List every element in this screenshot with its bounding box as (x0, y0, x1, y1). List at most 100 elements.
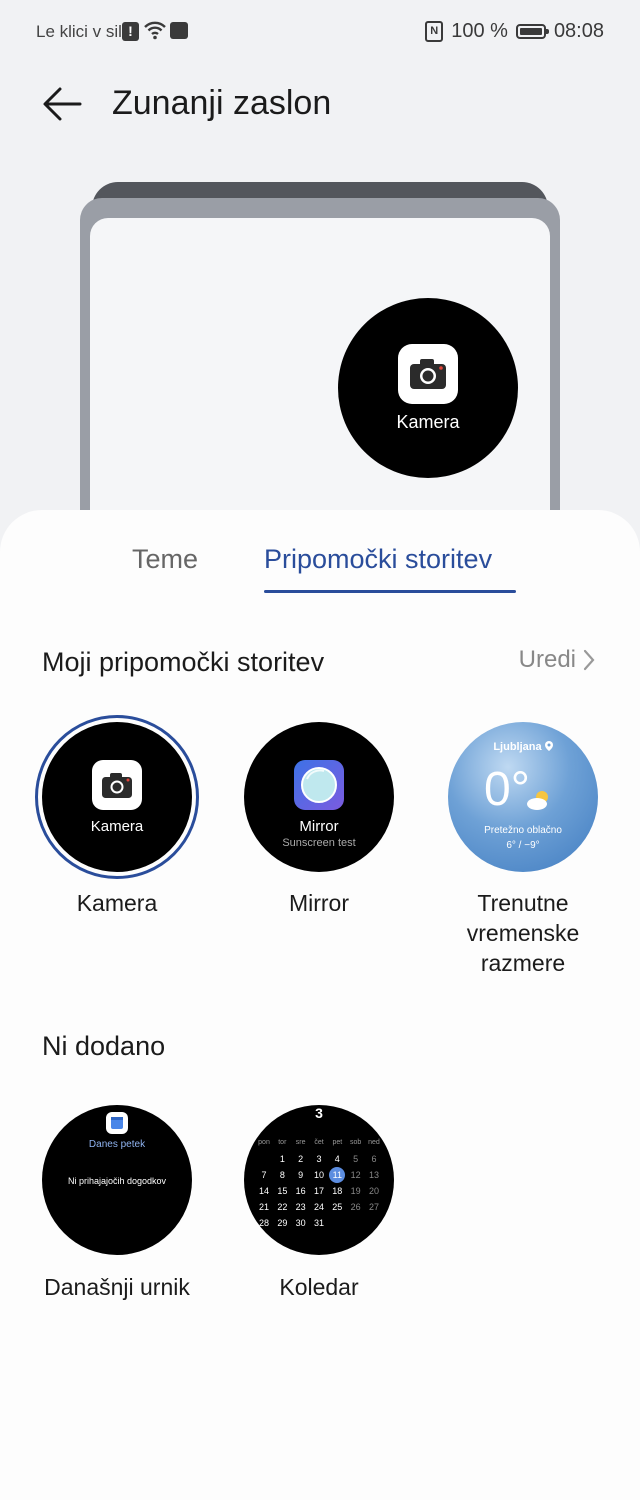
calendar-day: 4 (334, 1154, 340, 1164)
calendar-day: 14 (258, 1186, 269, 1196)
camera-icon (398, 344, 458, 404)
no-sim-icon: ! (122, 22, 139, 41)
calendar-day: 12 (350, 1170, 361, 1180)
schedule-message: Ni prihajajočih dogodkov (67, 1176, 167, 1186)
calendar-icon (106, 1112, 128, 1134)
weather-city: Ljubljana (448, 741, 598, 753)
calendar-week-row: 7 8 9 10 11 12 13 (256, 1167, 382, 1183)
calendar-weekday: sre (295, 1139, 306, 1146)
not-added-title: Ni dodano (42, 1031, 166, 1061)
battery-icon (515, 24, 549, 39)
calendar-day: 10 (313, 1170, 324, 1180)
tab-bar: Teme Pripomočki storitev (0, 544, 640, 604)
calendar-day: 9 (298, 1170, 304, 1180)
carrier-text: Le klici v sili (36, 22, 126, 41)
weather-range: 6° / −9° (506, 840, 540, 851)
mirror-icon (294, 760, 344, 810)
widget-calendar[interactable]: 3 pon tor sre čet pet sob ned 1 2 3 4 5 6 7 8 9 10 11 12 13… (244, 1105, 394, 1255)
camera-icon (92, 760, 142, 810)
calendar-day: 8 (279, 1170, 285, 1180)
calendar-day: 13 (368, 1170, 379, 1180)
calendar-day: 15 (277, 1186, 288, 1196)
preview-widget: Kamera (338, 298, 518, 478)
battery-percent: 100 % (451, 20, 508, 42)
calendar-day (256, 1151, 272, 1167)
calendar-day (366, 1215, 382, 1231)
wifi-icon (144, 21, 166, 40)
calendar-day: 31 (313, 1218, 324, 1228)
weather-temp: 0° (484, 763, 530, 816)
calendar-week-row: 21 22 23 24 25 26 27 (256, 1199, 382, 1215)
calendar-day: 2 (298, 1154, 304, 1164)
calendar-weekday: ned (368, 1139, 380, 1146)
widget-calendar-label: Koledar (279, 1274, 359, 1300)
calendar-day: 7 (261, 1170, 267, 1180)
tab-themes[interactable]: Teme (132, 544, 198, 575)
back-arrow-icon[interactable] (40, 82, 84, 126)
calendar-day (348, 1215, 364, 1231)
schedule-heading: Danes petek (88, 1139, 146, 1150)
nfc-icon: N (425, 21, 444, 42)
calendar-day: 25 (332, 1202, 343, 1212)
page-title: Zunanji zaslon (112, 84, 332, 122)
calendar-week-row: 1 2 3 4 5 6 (256, 1151, 382, 1167)
calendar-weekday: pon (258, 1139, 270, 1146)
tab-indicator (264, 590, 516, 593)
cover-screen-preview: Kamera (80, 182, 560, 522)
bottom-sheet: Teme Pripomočki storitev Moji pripomočki… (0, 510, 640, 1500)
mirror-widget-subtext: Sunscreen test (282, 837, 356, 849)
calendar-week-row: 28 29 30 31 (256, 1215, 382, 1231)
camera-widget-text: Kamera (90, 818, 144, 835)
widget-mirror-label: Mirror (288, 890, 350, 916)
my-widgets-title: Moji pripomočki storitev (42, 647, 325, 677)
preview-widget-label: Kamera (396, 412, 460, 432)
widget-schedule-label: Današnji urnik (44, 1274, 190, 1300)
widget-camera-label: Kamera (76, 890, 158, 916)
location-pin-icon (544, 741, 553, 751)
calendar-day: 23 (295, 1202, 306, 1212)
edit-label: Uredi (518, 646, 576, 673)
huawei-share-icon (170, 22, 188, 39)
status-bar: Le klici v sili ! N 100 % 08:08 (0, 0, 640, 64)
calendar-day: 18 (332, 1186, 343, 1196)
calendar-day: 22 (277, 1202, 288, 1212)
calendar-day: 28 (258, 1218, 269, 1228)
calendar-day: 21 (258, 1202, 269, 1212)
calendar-weekday: čet (314, 1139, 324, 1146)
chevron-right-icon (583, 649, 595, 671)
calendar-today: 11 (329, 1167, 346, 1183)
calendar-day: 27 (368, 1202, 379, 1212)
calendar-day: 5 (353, 1154, 359, 1164)
calendar-month: 3 (315, 1105, 323, 1121)
calendar-day: 3 (316, 1154, 322, 1164)
calendar-day (329, 1215, 345, 1231)
partly-cloudy-icon (527, 791, 548, 810)
calendar-weekday: tor (278, 1139, 287, 1146)
widget-camera[interactable]: Kamera (42, 722, 192, 872)
calendar-week-row: 14 15 16 17 18 19 20 (256, 1183, 382, 1199)
weather-condition: Pretežno oblačno (484, 825, 562, 836)
calendar-day: 26 (350, 1202, 361, 1212)
calendar-grid: pon tor sre čet pet sob ned 1 2 3 4 5 6 7 8 9 10 11 12 13 14… (256, 1135, 382, 1231)
calendar-weekday-row: pon tor sre čet pet sob ned (256, 1135, 382, 1151)
calendar-day: 30 (295, 1218, 306, 1228)
calendar-day: 29 (277, 1218, 288, 1228)
mirror-widget-text: Mirror (299, 818, 339, 835)
calendar-day: 24 (313, 1202, 324, 1212)
widget-weather-label: Trenutne vremenske razmere (466, 890, 580, 976)
header: Zunanji zaslon (0, 70, 640, 140)
calendar-day: 19 (350, 1186, 361, 1196)
calendar-weekday: pet (332, 1139, 343, 1146)
calendar-day: 17 (313, 1186, 324, 1196)
calendar-day: 6 (371, 1154, 377, 1164)
status-right: N 100 % 08:08 (425, 20, 604, 43)
clock: 08:08 (553, 20, 604, 42)
widget-mirror[interactable]: Mirror Sunscreen test (244, 722, 394, 872)
edit-button[interactable]: Uredi (519, 646, 596, 674)
calendar-day: 16 (295, 1186, 306, 1196)
calendar-day: 20 (368, 1186, 379, 1196)
widget-weather[interactable]: Ljubljana 0° Pretežno oblačno 6° / −9° (448, 722, 598, 872)
widget-todays-schedule[interactable]: Danes petek Ni prihajajočih dogodkov (42, 1105, 192, 1255)
calendar-weekday: sob (349, 1139, 362, 1146)
tab-service-widgets[interactable]: Pripomočki storitev (264, 544, 492, 575)
